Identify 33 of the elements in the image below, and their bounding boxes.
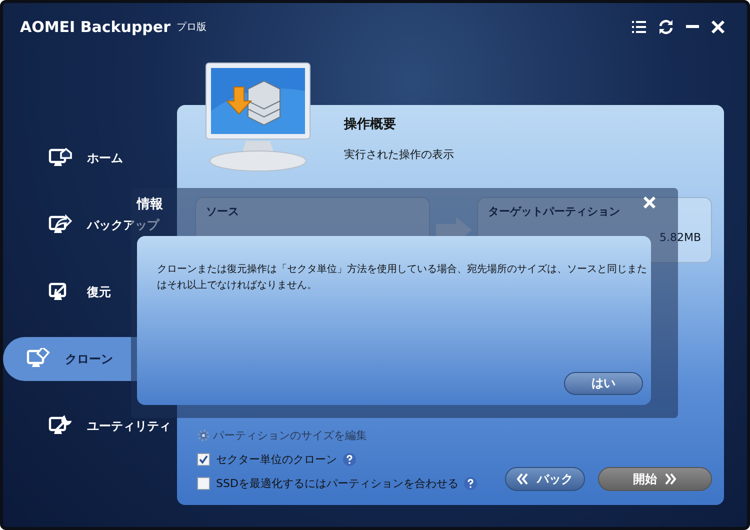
source-label: ソース [206, 204, 239, 219]
menu-icon[interactable] [632, 20, 646, 32]
option-label: セクター単位のクローン [216, 452, 337, 467]
option-label: SSDを最適化するにはパーティションを合わせる [216, 476, 458, 491]
monitor-icon [48, 415, 72, 437]
sidebar-item[interactable]: 復元 [25, 277, 111, 307]
yes-button[interactable]: はい [564, 372, 643, 395]
edit-size-link[interactable]: パーティションのサイズを編集 [213, 428, 367, 443]
app-title: AOMEI Backupper [20, 18, 170, 36]
back-button[interactable]: バック [505, 467, 585, 491]
gear-icon[interactable] [197, 429, 210, 442]
help-icon[interactable] [464, 477, 478, 490]
monitor-icon [26, 348, 50, 370]
dialog-title: 情報 [137, 196, 163, 213]
dialog-message: クローンまたは復元操作は「セクタ単位」方法を使用している場合、宛先場所のサイズは、ソースと同じまたはそれ以上でなければなりません。 [157, 262, 648, 293]
sidebar-item[interactable]: バックアップ [25, 210, 159, 240]
sidebar-item[interactable]: ユーティリティ [25, 411, 171, 441]
checkbox[interactable] [197, 477, 210, 490]
target-size: 5.82MB [659, 231, 701, 244]
checkbox[interactable] [197, 453, 210, 466]
monitor-icon [48, 214, 72, 236]
help-icon[interactable] [343, 453, 356, 466]
section-subtitle: 実行された操作の表示 [344, 147, 455, 162]
refresh-icon[interactable] [658, 18, 674, 34]
double-chevron-icon [665, 473, 677, 485]
close-icon[interactable] [711, 20, 725, 34]
double-chevron-icon [517, 473, 529, 485]
start-button[interactable]: 開始 [598, 467, 712, 491]
sidebar-item[interactable]: ホーム [25, 143, 123, 173]
edition-label: プロ版 [176, 20, 206, 34]
target-label: ターゲットパーティション [488, 204, 620, 219]
section-title: 操作概要 [344, 116, 397, 133]
monitor-icon [48, 147, 72, 169]
